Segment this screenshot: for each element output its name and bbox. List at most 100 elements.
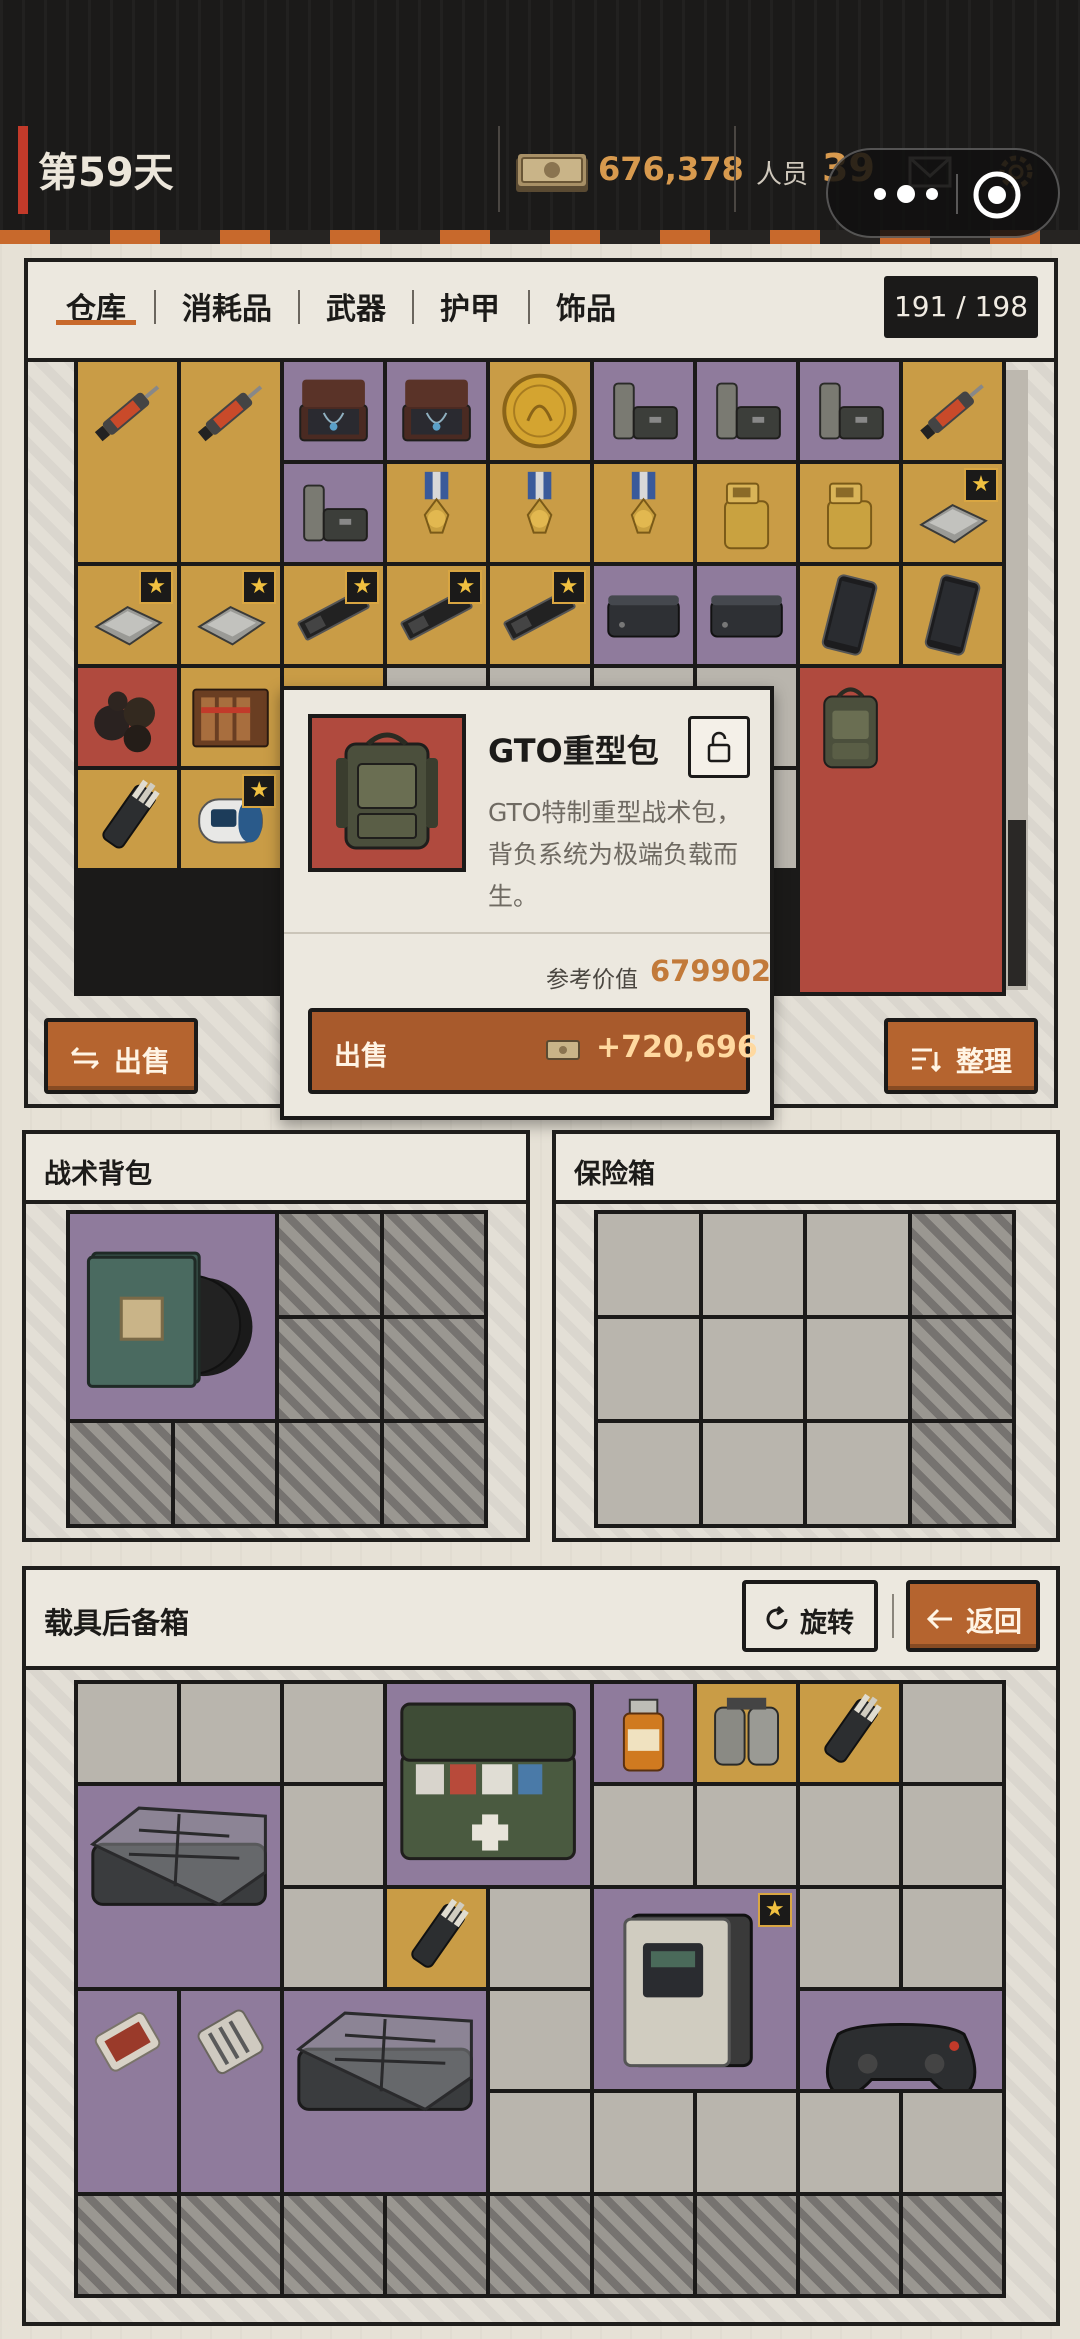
empty-slot — [911, 1423, 1012, 1524]
item-slot[interactable]: ★ — [181, 770, 281, 868]
back-button[interactable]: 返回 — [906, 1580, 1040, 1652]
item-slot[interactable] — [387, 362, 487, 460]
item-slot[interactable] — [696, 566, 796, 664]
tab-consumables[interactable]: 消耗品 — [182, 284, 272, 328]
sell-button[interactable]: 出售 — [44, 1018, 198, 1094]
item-slot[interactable]: ★ — [387, 566, 487, 664]
empty-slot[interactable] — [702, 1214, 803, 1315]
rotate-button[interactable]: 旋转 — [742, 1580, 878, 1652]
backpack-grid[interactable] — [66, 1210, 488, 1528]
empty-slot[interactable] — [598, 1423, 699, 1524]
item-slot[interactable] — [78, 362, 178, 562]
empty-slot[interactable] — [284, 1684, 384, 1783]
item-slot[interactable] — [696, 362, 796, 460]
empty-slot[interactable] — [490, 1888, 590, 1987]
trunk-grid[interactable]: ★ — [74, 1680, 1006, 2298]
tab-separator — [154, 290, 156, 324]
item-slot[interactable] — [799, 1684, 899, 1783]
empty-slot[interactable] — [902, 1684, 1002, 1783]
item-slot[interactable]: ★ — [593, 1888, 796, 2090]
item-slot[interactable]: ★ — [902, 464, 1002, 562]
item-slot[interactable] — [490, 362, 590, 460]
tooltip-sell-button[interactable]: 出售 +720,696 — [308, 1008, 758, 1094]
empty-slot[interactable] — [284, 1786, 384, 1885]
item-slot[interactable] — [799, 464, 899, 562]
item-slot[interactable] — [181, 668, 281, 766]
empty-slot[interactable] — [598, 1318, 699, 1420]
miniprogram-capsule[interactable] — [826, 148, 1060, 238]
item-slot[interactable] — [387, 1888, 487, 1987]
item-slot[interactable] — [78, 668, 178, 766]
empty-slot[interactable] — [807, 1214, 908, 1315]
empty-slot[interactable] — [799, 1888, 899, 1987]
empty-slot[interactable] — [593, 1786, 693, 1885]
more-options-icon[interactable] — [868, 176, 944, 212]
item-slot[interactable] — [696, 1684, 796, 1783]
item-slot[interactable] — [387, 464, 487, 562]
empty-slot[interactable] — [702, 1423, 803, 1524]
item-slot[interactable] — [593, 362, 693, 460]
item-slot[interactable] — [387, 1684, 590, 1885]
sort-button[interactable]: 整理 — [884, 1018, 1038, 1094]
locked-slot — [174, 1423, 275, 1524]
item-slot[interactable] — [181, 362, 281, 562]
item-slot[interactable]: ★ — [284, 566, 384, 664]
item-slot[interactable] — [181, 1991, 281, 2192]
empty-slot[interactable] — [284, 1888, 384, 1987]
item-thumbnail — [308, 714, 466, 872]
close-target-icon[interactable] — [972, 170, 1022, 220]
empty-slot[interactable] — [807, 1423, 908, 1524]
warehouse-scrollbar-track[interactable] — [1006, 370, 1028, 990]
lock-toggle-button[interactable] — [688, 716, 750, 778]
empty-slot[interactable] — [490, 2093, 590, 2192]
item-slot[interactable] — [78, 1991, 178, 2192]
item-slot[interactable] — [799, 668, 1002, 992]
item-slot[interactable] — [70, 1214, 275, 1420]
empty-slot[interactable] — [902, 2093, 1002, 2192]
item-slot[interactable] — [284, 464, 384, 562]
capsule-divider — [956, 174, 958, 214]
day-counter: 第59天 — [38, 150, 174, 196]
item-slot[interactable]: ★ — [181, 566, 281, 664]
item-slot[interactable]: ★ — [490, 566, 590, 664]
empty-slot[interactable] — [807, 1318, 908, 1420]
reference-value-label: 参考价值 — [546, 967, 638, 993]
empty-slot[interactable] — [902, 1888, 1002, 1987]
item-slot[interactable] — [284, 1991, 487, 2192]
item-slot[interactable] — [78, 1786, 281, 1987]
item-slot[interactable] — [78, 770, 178, 868]
item-slot[interactable]: ★ — [78, 566, 178, 664]
item-slot[interactable] — [593, 566, 693, 664]
item-slot[interactable] — [593, 1684, 693, 1783]
empty-slot[interactable] — [490, 1991, 590, 2090]
star-badge-icon: ★ — [242, 570, 277, 604]
star-badge-icon: ★ — [964, 468, 998, 502]
item-slot[interactable] — [902, 362, 1002, 460]
storage-box-icon — [296, 2011, 474, 2112]
empty-slot[interactable] — [598, 1214, 699, 1315]
item-slot[interactable] — [902, 566, 1002, 664]
tab-armor[interactable]: 护甲 — [440, 284, 500, 328]
item-slot[interactable] — [593, 464, 693, 562]
empty-slot[interactable] — [702, 1318, 803, 1420]
item-slot[interactable] — [799, 1991, 1002, 2090]
safe-grid[interactable] — [594, 1210, 1016, 1528]
item-slot[interactable] — [799, 362, 899, 460]
tab-accessories[interactable]: 饰品 — [556, 284, 616, 328]
item-slot[interactable] — [696, 464, 796, 562]
item-slot[interactable] — [284, 362, 384, 460]
sort-button-label: 整理 — [956, 1045, 1013, 1078]
trunk-header: 载具后备箱 — [26, 1570, 1056, 1670]
item-slot[interactable] — [490, 464, 590, 562]
empty-slot[interactable] — [181, 1684, 281, 1783]
tab-weapons[interactable]: 武器 — [326, 284, 386, 328]
empty-slot[interactable] — [696, 1786, 796, 1885]
empty-slot[interactable] — [799, 2093, 899, 2192]
empty-slot[interactable] — [696, 2093, 796, 2192]
item-slot[interactable] — [799, 566, 899, 664]
empty-slot[interactable] — [78, 1684, 178, 1783]
warehouse-scrollbar-thumb[interactable] — [1008, 820, 1026, 986]
empty-slot[interactable] — [799, 1786, 899, 1885]
empty-slot[interactable] — [902, 1786, 1002, 1885]
empty-slot[interactable] — [593, 2093, 693, 2192]
